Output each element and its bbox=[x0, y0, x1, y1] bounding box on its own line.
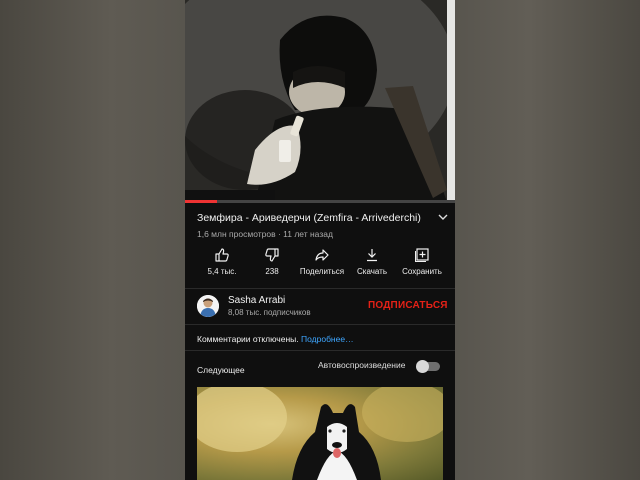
learn-more-link[interactable]: Подробнее… bbox=[301, 334, 354, 344]
action-bar: 5,4 тыс. 238 Поделиться Скачать Сохранит… bbox=[197, 247, 455, 279]
video-player[interactable] bbox=[185, 0, 455, 202]
video-progress-fill bbox=[185, 200, 218, 203]
background-left bbox=[0, 0, 185, 480]
up-next-header: Следующее Автовоспроизведение bbox=[197, 360, 455, 375]
dislike-button[interactable]: 238 bbox=[247, 247, 297, 279]
up-next-label: Следующее bbox=[197, 365, 245, 375]
like-icon bbox=[215, 248, 229, 262]
divider bbox=[185, 324, 455, 325]
save-button[interactable]: Сохранить bbox=[397, 247, 447, 279]
share-label: Поделиться bbox=[299, 267, 345, 276]
avatar[interactable] bbox=[197, 295, 219, 317]
autoplay-toggle-knob bbox=[416, 360, 429, 373]
share-icon bbox=[315, 249, 329, 261]
like-count: 5,4 тыс. bbox=[207, 267, 237, 276]
comments-disabled-notice: Комментарии отключены. Подробнее… bbox=[197, 334, 354, 344]
share-button[interactable]: Поделиться bbox=[297, 247, 347, 279]
video-title: Земфира - Ариведерчи (Zemfira - Arrivede… bbox=[197, 212, 421, 224]
youtube-mobile-screen: Земфира - Ариведерчи (Zemfira - Arrivede… bbox=[185, 0, 455, 480]
autoplay-toggle[interactable] bbox=[416, 360, 440, 373]
dislike-icon bbox=[265, 248, 279, 262]
subscriber-count: 8,08 тыс. подписчиков bbox=[228, 308, 311, 317]
download-button[interactable]: Скачать bbox=[347, 247, 397, 279]
divider bbox=[185, 350, 455, 351]
subscribe-button[interactable]: ПОДПИСАТЬСЯ bbox=[368, 300, 448, 311]
video-edge-panel bbox=[447, 0, 455, 202]
next-video-thumbnail[interactable] bbox=[197, 387, 443, 480]
chevron-down-icon[interactable] bbox=[438, 212, 448, 224]
channel-row[interactable]: Sasha Arrabi 8,08 тыс. подписчиков ПОДПИ… bbox=[197, 294, 455, 320]
dog-thumbnail-image bbox=[197, 387, 443, 480]
video-frame-image bbox=[185, 0, 455, 202]
divider bbox=[185, 288, 455, 289]
video-progress-bar[interactable] bbox=[185, 200, 455, 203]
save-label: Сохранить bbox=[402, 267, 442, 276]
autoplay-label: Автовоспроизведение bbox=[318, 360, 406, 370]
video-meta: 1,6 млн просмотров · 11 лет назад bbox=[197, 229, 333, 239]
like-button[interactable]: 5,4 тыс. bbox=[197, 247, 247, 279]
comments-disabled-text: Комментарии отключены. bbox=[197, 334, 299, 344]
save-to-playlist-icon bbox=[415, 248, 429, 262]
download-label: Скачать bbox=[357, 267, 387, 276]
channel-name[interactable]: Sasha Arrabi bbox=[228, 295, 285, 306]
background-right bbox=[455, 0, 640, 480]
video-title-row[interactable]: Земфира - Ариведерчи (Zemfira - Arrivede… bbox=[197, 212, 452, 226]
dislike-count: 238 bbox=[265, 267, 279, 276]
download-icon bbox=[367, 249, 377, 262]
